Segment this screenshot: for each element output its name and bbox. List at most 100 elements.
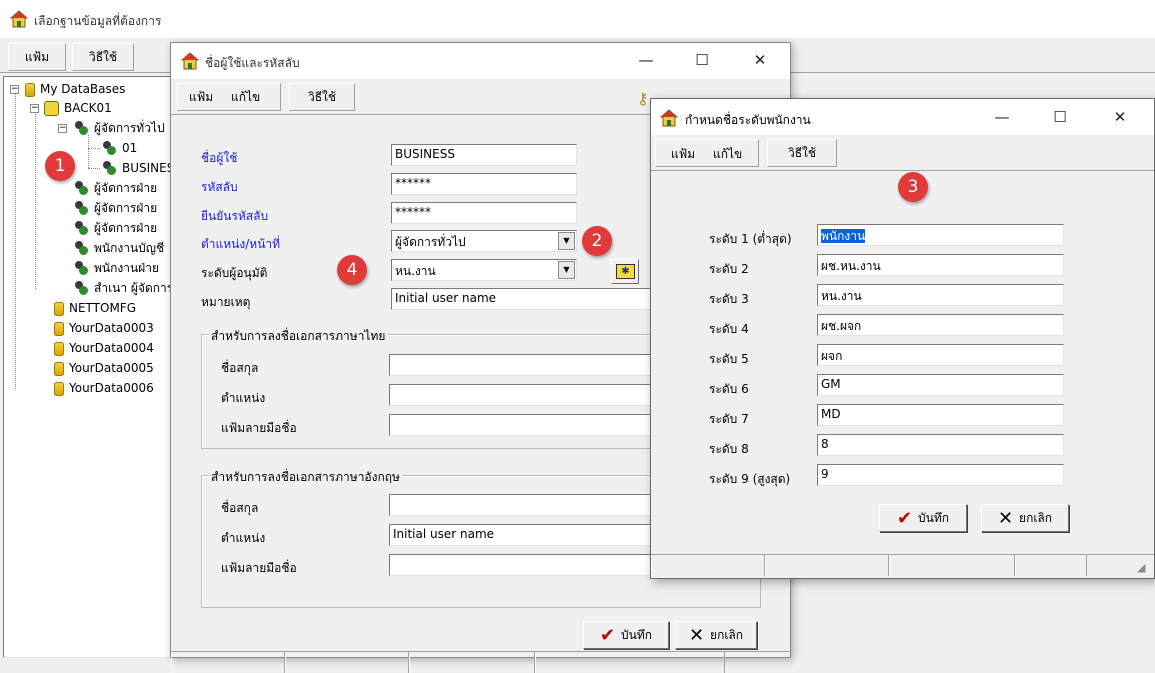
status-cell [285,652,409,673]
main-window-title: เลือกฐานข้อมูลที่ต้องการ [34,14,162,28]
level-label: ระดับ 4 [709,322,749,336]
level-menu-help[interactable]: วิธีใช้ [767,139,837,167]
english-signature-input[interactable] [389,554,651,576]
folder-icon: ✱ [616,264,635,279]
password-label: รหัสลับ [201,180,238,194]
tree-item-group[interactable]: พนักงานบัญชี [74,239,164,257]
user-menu-file[interactable]: แฟ้ม [183,84,219,112]
chevron-down-icon[interactable]: ▼ [558,232,575,250]
database-icon [54,361,64,376]
level-input[interactable]: พนักงาน [817,224,1064,246]
main-menu-file[interactable]: แฟ้ม [8,43,66,71]
database-icon [54,321,64,336]
user-menu-help[interactable]: วิธีใช้ [289,83,355,111]
user-cancel-button[interactable]: ✕ ยกเลิก [675,621,757,649]
tree-item-group[interactable]: ผู้จัดการฝ่าย [74,179,157,197]
user-menu-edit[interactable]: แก้ไข [225,84,266,112]
level-cancel-button[interactable]: ✕ ยกเลิก [981,504,1069,532]
level-label: ระดับ 2 [709,262,749,276]
tree-collapse-back01[interactable]: − [30,104,39,113]
tree-item-group[interactable]: สำเนา ผู้จัดการ [74,279,173,297]
level-input[interactable]: 8 [817,434,1064,456]
database-tree[interactable]: − My DataBases − BACK01 − ผู้จัดการทั่วไ… [3,76,182,658]
app-home-icon [9,10,29,28]
chevron-down-icon[interactable]: ▼ [558,261,575,279]
approval-level-label: ระดับผู้อนุมัติ [201,266,268,280]
english-position-input[interactable]: Initial user name [389,524,651,546]
tree-root-label: My DataBases [40,82,126,96]
tree-item-database[interactable]: YourData0005 [54,359,154,377]
resize-grip-icon[interactable]: ◢ [1137,561,1145,574]
level-input[interactable]: ผช.ผจก [817,314,1064,336]
approval-level-select[interactable]: หน.งาน ▼ [391,259,577,281]
x-icon: ✕ [688,625,705,646]
confirm-password-label: ยืนยันรหัสลับ [201,209,269,223]
open-levels-folder-button[interactable]: ✱ [611,259,639,284]
tree-item-database[interactable]: YourData0006 [54,379,154,397]
position-label: ตำแหน่ง/หน้าที่ [201,237,281,251]
level-input[interactable]: ผจก [817,344,1064,366]
tree-line [15,94,16,389]
tree-item-database[interactable]: NETTOMFG [54,299,136,317]
confirm-password-input[interactable]: ****** [391,202,577,224]
annotation-badge-4: 4 [337,255,367,285]
tree-item-database[interactable]: YourData0004 [54,339,154,357]
close-icon[interactable]: ✕ [737,46,783,76]
user-dialog-titlebar: ชื่อผู้ใช้และรหัสลับ — ☐ ✕ [171,43,790,79]
maximize-icon[interactable]: ☐ [679,46,725,76]
tree-collapse-gm[interactable]: − [58,124,67,133]
level-input[interactable]: MD [817,404,1064,426]
thai-name-input[interactable] [389,354,651,376]
maximize-icon[interactable]: ☐ [1037,103,1083,133]
status-cell [171,652,285,673]
level-input[interactable]: GM [817,374,1064,396]
status-cell [409,652,535,673]
minimize-icon[interactable]: — [623,46,669,76]
database-icon [54,381,64,396]
users-icon [74,181,90,196]
english-signature-label: แฟ้มลายมือชื่อ [221,561,297,575]
tree-root[interactable]: My DataBases [25,80,125,98]
tree-item-back01[interactable]: BACK01 [44,99,112,117]
thai-signature-label: แฟ้มลายมือชื่อ [221,421,297,435]
tree-item-database[interactable]: YourData0003 [54,319,154,337]
level-input[interactable]: 9 [817,464,1064,486]
username-input[interactable]: BUSINESS [391,144,577,166]
main-menu-help[interactable]: วิธีใช้ [72,43,134,71]
english-name-input[interactable] [389,494,651,516]
thai-position-label: ตำแหน่ง [221,391,266,405]
position-select-value: ผู้จัดการทั่วไป [395,235,466,249]
level-label: ระดับ 8 [709,442,749,456]
english-position-label: ตำแหน่ง [221,531,266,545]
app-home-icon [180,52,200,70]
minimize-icon[interactable]: — [979,103,1025,133]
level-input[interactable]: ผช.หน.งาน [817,254,1064,276]
user-save-button[interactable]: ✔ บันทึก [583,621,669,649]
level-menu-edit[interactable]: แก้ไข [707,141,748,169]
thai-position-input[interactable] [389,384,651,406]
tree-item-user[interactable]: 01 [102,139,137,157]
password-input[interactable]: ****** [391,173,577,195]
tree-item-group[interactable]: พนักงานฝ่าย [74,259,159,277]
thai-signature-input[interactable] [389,414,651,436]
level-input[interactable]: หน.งาน [817,284,1064,306]
close-icon[interactable]: ✕ [1097,103,1143,133]
english-group-title: สำหรับการลงชื่อเอกสารภาษาอังกฤษ [209,468,402,487]
english-name-label: ชื่อสกุล [221,501,259,515]
level-label: ระดับ 6 [709,382,749,396]
level-menu-file[interactable]: แฟ้ม [665,141,701,169]
level-dialog-menubar: แฟ้ม แก้ไข วิธีใช้ [651,137,1154,171]
approval-level-select-value: หน.งาน [395,264,436,278]
level-save-button[interactable]: ✔ บันทึก [879,504,967,532]
annotation-badge-2: 2 [582,226,612,256]
note-input[interactable]: Initial user name [391,288,651,310]
level-dialog-titlebar: กำหนดชื่อระดับพนักงาน — ☐ ✕ [651,99,1154,135]
tree-item-group[interactable]: ผู้จัดการฝ่าย [74,219,157,237]
users-icon [74,221,90,236]
position-select[interactable]: ผู้จัดการทั่วไป ▼ [391,230,577,252]
tree-collapse-root[interactable]: − [10,85,19,94]
note-label: หมายเหตุ [201,295,251,309]
users-icon [74,241,90,256]
database-icon [54,301,64,316]
tree-item-group[interactable]: ผู้จัดการฝ่าย [74,199,157,217]
